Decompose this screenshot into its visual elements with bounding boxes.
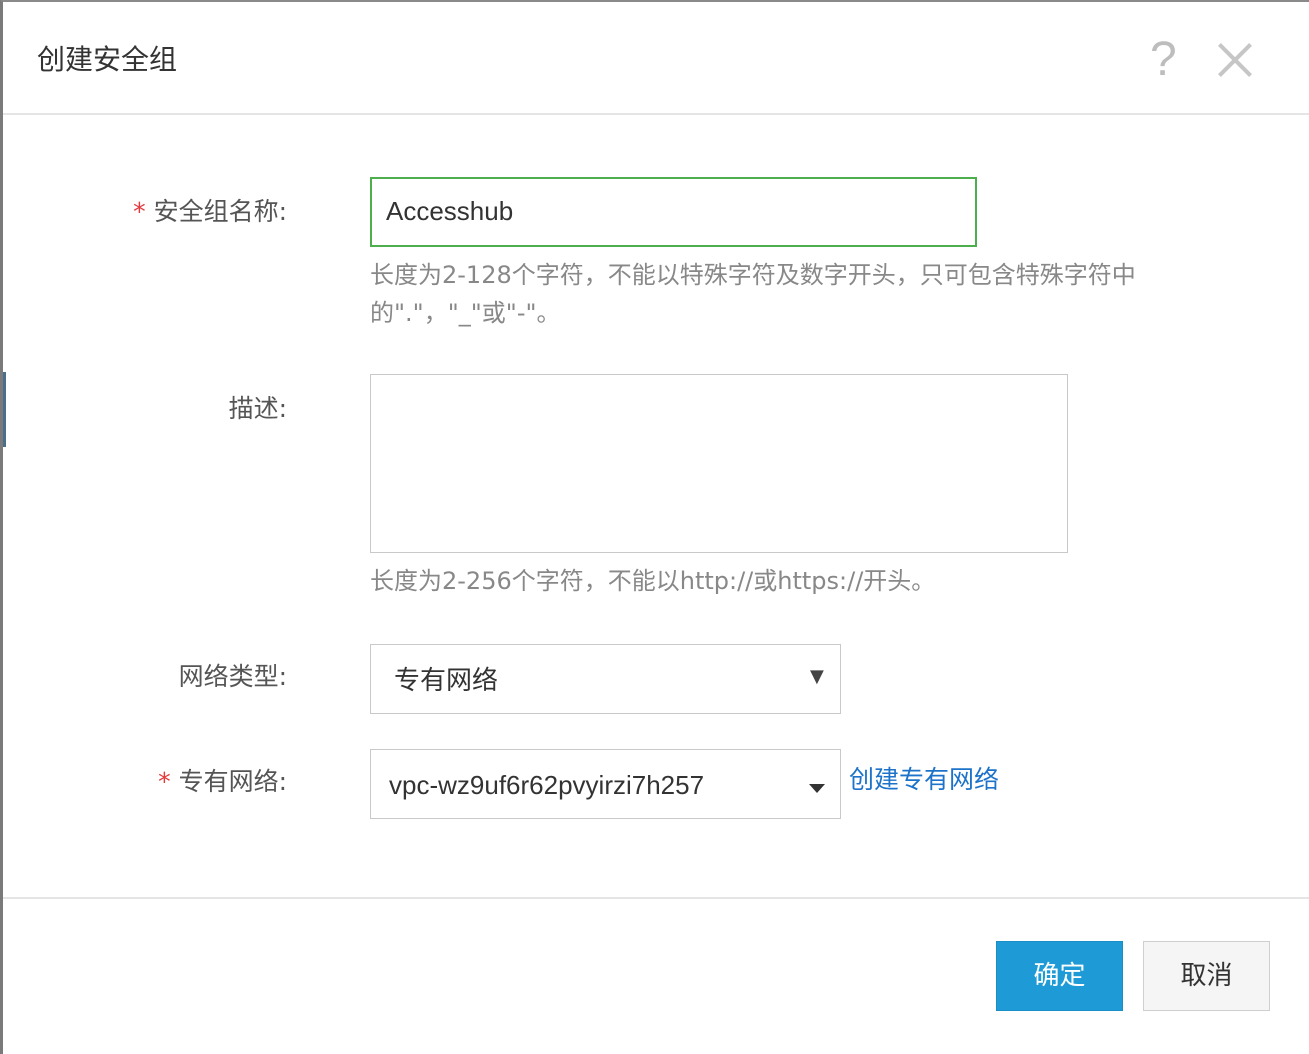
- vpc-select[interactable]: vpc-wz9uf6r62pvyirzi7h257: [370, 749, 841, 819]
- create-security-group-dialog: 创建安全组 ? * 安全组名称: Accesshub 长度为2-128个字符，不…: [0, 0, 1309, 1054]
- dropdown-arrow-icon[interactable]: ▼: [810, 666, 824, 687]
- footer-divider: [3, 897, 1309, 899]
- background-edge: [3, 372, 6, 447]
- create-vpc-link[interactable]: 创建专有网络: [849, 762, 999, 798]
- vpc-selected: vpc-wz9uf6r62pvyirzi7h257: [389, 770, 705, 800]
- name-label-row: * 安全组名称:: [133, 194, 287, 230]
- cancel-button[interactable]: 取消: [1143, 941, 1270, 1011]
- network-type-selected: 专有网络: [394, 665, 499, 695]
- network-type-label: 网络类型:: [178, 662, 287, 691]
- confirm-button[interactable]: 确定: [996, 941, 1123, 1011]
- description-hint: 长度为2-256个字符，不能以http://或https://开头。: [370, 567, 936, 595]
- name-hint-line2: 的"."，"_"或"-"。: [370, 299, 561, 327]
- help-icon[interactable]: ?: [1150, 32, 1177, 88]
- description-label: 描述:: [228, 394, 287, 423]
- required-mark: *: [158, 767, 171, 796]
- dialog-header: 创建安全组 ?: [3, 2, 1309, 115]
- name-hint-line1: 长度为2-128个字符，不能以特殊字符及数字开头，只可包含特殊字符中: [370, 261, 1136, 289]
- close-icon[interactable]: [1215, 40, 1255, 80]
- dialog-title: 创建安全组: [37, 43, 178, 76]
- vpc-label: 专有网络:: [178, 767, 287, 796]
- security-group-name-input[interactable]: Accesshub: [370, 177, 977, 247]
- name-label: 安全组名称:: [153, 197, 287, 226]
- chevron-down-icon[interactable]: [809, 784, 825, 793]
- required-mark: *: [133, 197, 146, 226]
- vpc-label-row: * 专有网络:: [158, 764, 287, 800]
- network-type-select[interactable]: 专有网络: [370, 644, 841, 714]
- description-textarea[interactable]: [370, 374, 1068, 553]
